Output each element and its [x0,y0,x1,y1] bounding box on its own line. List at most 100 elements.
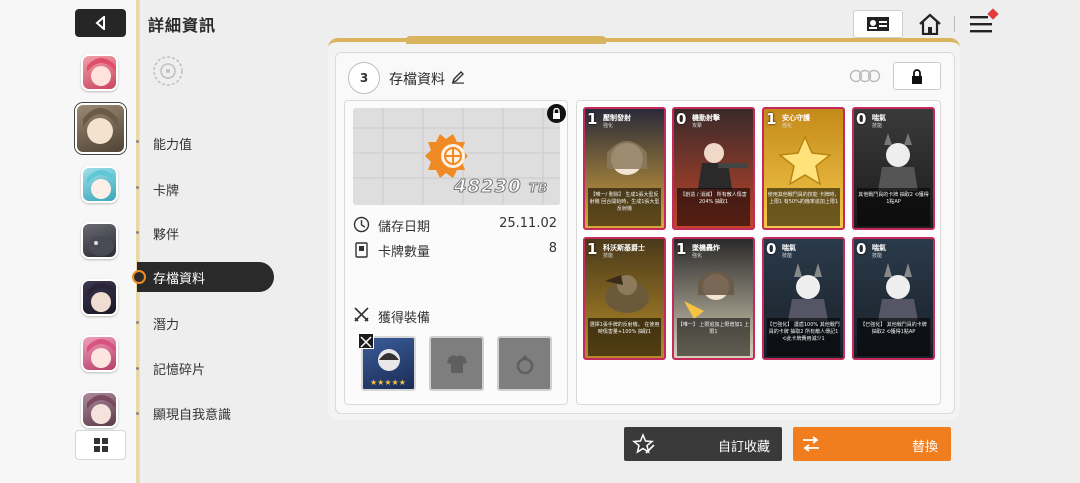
storage-lock-badge [547,104,566,123]
card[interactable]: 1 安心守護 強化 使用其他戰鬥員的技能 卡牌時，上限1 有50%的機率追加上限… [762,107,845,230]
custom-collection-label: 自訂收藏 [718,440,771,455]
nav-item-memory-fragments[interactable]: 記憶碎片 [153,359,205,378]
hamburger-icon [970,16,992,33]
rings-icon [849,69,881,83]
card-type: 技能 [872,253,883,259]
grid-view-button[interactable] [75,430,126,460]
card-description: 【唯一/ 刪除】 生成1張大型反射機 回合開始時，生成1張大型反射機 [588,188,661,226]
nav-dot [136,140,139,143]
equipment-slot-ring[interactable] [497,336,552,391]
crossed-swords-icon [354,307,369,322]
left-rail-background [0,0,140,483]
card-type: 技能 [782,253,793,259]
card-type: 攻擊 [692,123,703,129]
card[interactable]: 0 機動射擊 攻擊 【創造 / 消滅】 所有敵人傷害204% 抽取1 [672,107,755,230]
character-portrait-icon [87,58,116,86]
card-type: 強化 [782,123,793,129]
card-type: 技能 [872,123,883,129]
ring-icon [516,354,533,374]
swap-icon [803,436,819,452]
character-avatar-selected[interactable] [75,103,126,154]
profile-card-button[interactable] [853,10,903,38]
card-count-value: 8 [548,241,557,256]
home-icon [919,13,941,35]
nav-item-stats[interactable]: 能力值 [153,134,192,153]
card-description: 【已強化】 其他戰鬥員的卡牌 抽取2 ⟲獲得1點AP [857,318,930,356]
storage-unit: TB [528,181,549,196]
nav-item-cards[interactable]: 卡牌 [153,180,179,199]
card-art [585,261,664,321]
storage-number: 48230 [454,176,522,198]
nav-item-partners[interactable]: 夥伴 [153,224,179,243]
card-cost: 1 [587,110,598,128]
card-art [854,261,933,321]
save-slot-badge: 3 [348,62,380,94]
back-arrow-icon [94,16,105,30]
card-description: 【創造 / 消滅】 所有敵人傷害204% 抽取1 [677,188,750,226]
lock-icon [553,108,560,119]
save-date-row: 儲存日期 25.11.02 [353,216,557,236]
card[interactable]: 1 科沃斯基爵士 技能 選擇1張手牌的反射機， 在使用時傷害量+100% 抽取1 [583,237,666,360]
custom-collection-button[interactable]: 自訂收藏 [624,427,782,461]
card-description: 使用其他戰鬥員的技能 卡牌時，上限1 有50%的機率追加上限1 [767,188,840,226]
character-portrait-icon [87,339,116,368]
emblem-icon [153,56,183,86]
rail-divider [136,0,139,483]
id-card-icon [867,17,889,31]
card-icon [355,242,368,258]
equipment-slot-armor[interactable] [429,336,484,391]
card[interactable]: 1 壓制發射 強化 【唯一/ 刪除】 生成1張大型反射機 回合開始時，生成1張大… [583,107,666,230]
character-portrait-icon [87,170,116,199]
card-cost: 1 [587,240,598,258]
character-avatar[interactable] [81,222,118,259]
nav-item-save-data-label: 存檔資料 [153,272,206,287]
storage-capacity: 48230 TB [454,176,549,198]
lock-icon [912,68,922,84]
card-cost: 0 [766,240,777,258]
nav-dot [136,367,139,370]
nav-dot [136,231,139,234]
star-edit-icon [632,433,655,454]
character-avatar[interactable] [81,54,118,91]
grid-icon [93,438,108,452]
home-button[interactable] [913,10,947,38]
armor-icon [446,354,467,373]
character-avatar[interactable] [81,391,118,428]
card-cost: 1 [676,240,687,258]
back-button[interactable] [75,9,126,37]
card[interactable]: 0 喘氣 技能 【已強化】 護盾100% 其他戰鬥員的卡牌 抽取2 所有敵人傳記… [762,237,845,360]
card-art [764,261,843,321]
card-count-label: 卡牌數量 [378,245,431,260]
card-art [585,131,664,191]
nav-item-potential[interactable]: 潛力 [153,314,179,333]
card-description: 【已強化】 護盾100% 其他戰鬥員的卡牌 抽取2 所有敵人傳記1 ⟲此卡牌費用… [767,318,840,356]
replace-label: 替換 [912,440,939,455]
character-avatar[interactable] [81,279,118,316]
card-type: 技能 [603,253,614,259]
card-count-row: 卡牌數量 8 [353,241,557,261]
card-description: 【唯一】 上限追加上限增加1 上限1 [677,318,750,356]
card[interactable]: 0 喘氣 技能 其他戰鬥員的卡牌 抽取2 ⟲獲得1點AP [852,107,935,230]
card-type: 強化 [603,123,614,129]
lock-button[interactable] [893,62,941,90]
card-art [764,131,843,191]
character-avatar[interactable] [81,166,118,203]
character-avatar[interactable] [81,335,118,372]
card-cost: 1 [766,110,777,128]
save-title: 存檔資料 [389,72,445,88]
card-description: 選擇1張手牌的反射機， 在使用時傷害量+100% 抽取1 [588,318,661,356]
page-title: 詳細資訊 [148,16,217,35]
replace-button[interactable]: 替換 [793,427,951,461]
save-date-value: 25.11.02 [499,216,557,231]
nav-dot [136,186,139,189]
clock-icon [353,216,370,233]
unequip-badge[interactable] [358,333,374,349]
card[interactable]: 1 墜機轟炸 強化 【唯一】 上限追加上限增加1 上限1 [672,237,755,360]
character-portrait-icon [87,283,116,312]
card-description: 其他戰鬥員的卡牌 抽取2 ⟲獲得1點AP [857,188,930,226]
card[interactable]: 0 喘氣 技能 【已強化】 其他戰鬥員的卡牌 抽取2 ⟲獲得1點AP [852,237,935,360]
nav-dot [136,321,139,324]
edit-icon[interactable] [451,70,465,84]
character-portrait-icon [87,395,116,424]
nav-item-self-awareness[interactable]: 顯現自我意識 [153,404,231,423]
